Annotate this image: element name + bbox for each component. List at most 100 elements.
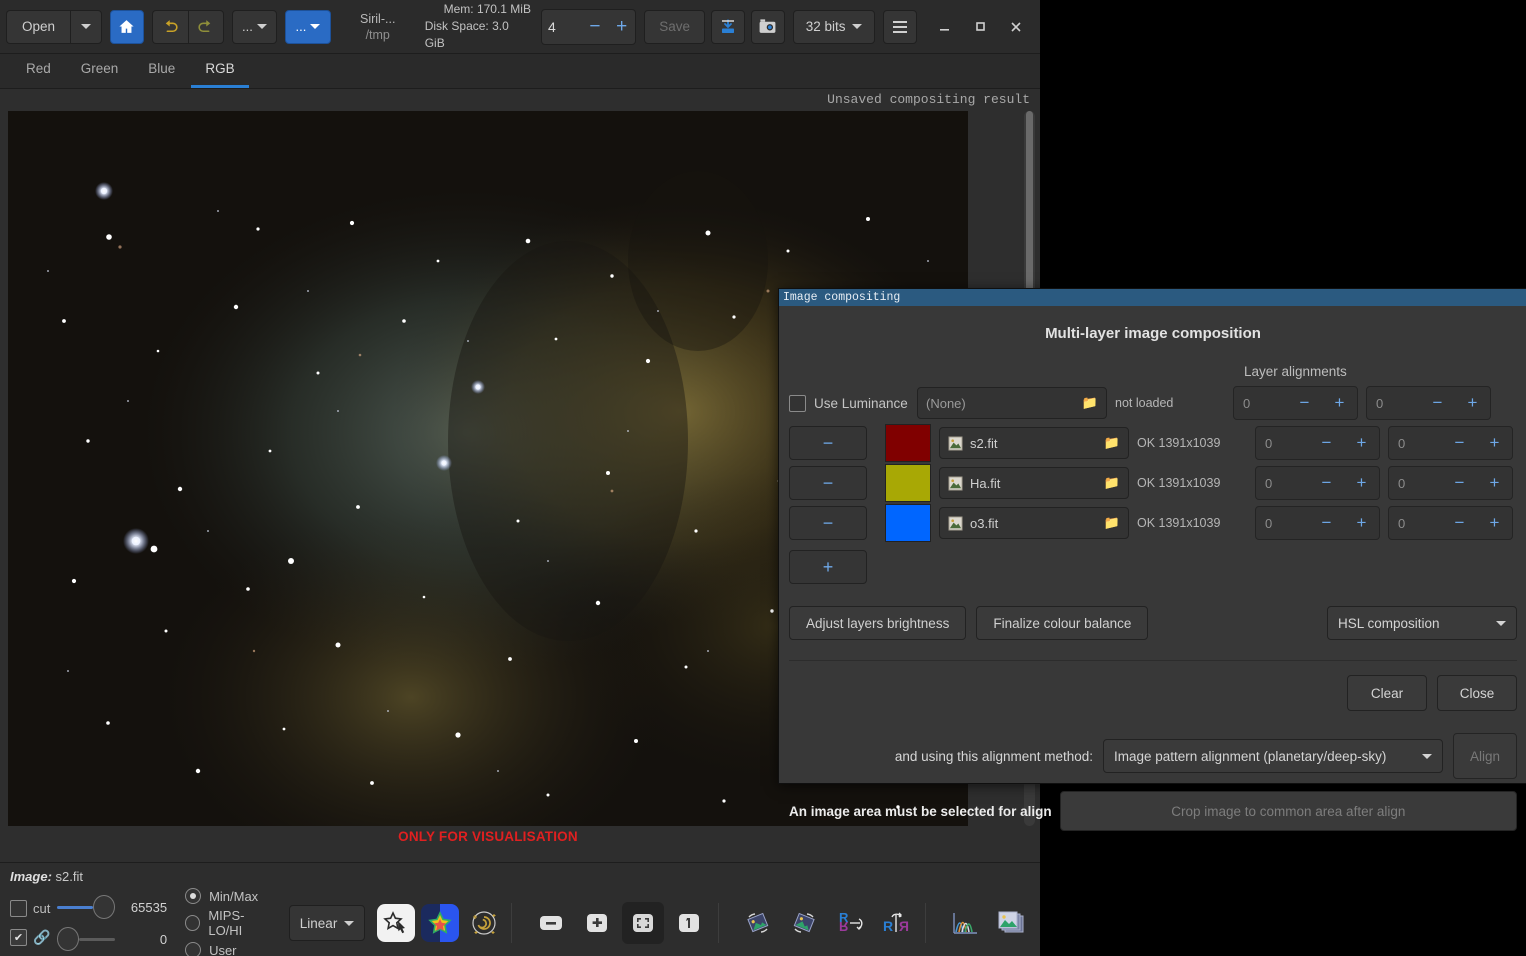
mirror-vertical-button[interactable]: R R — [829, 902, 871, 944]
radio-minmax[interactable]: Min/Max — [185, 888, 275, 904]
layer-2-align-x-value[interactable]: 0 — [1256, 476, 1309, 491]
zoom-fit-button[interactable] — [622, 902, 665, 944]
open-button[interactable]: Open — [6, 9, 70, 44]
finalize-colour-balance-button[interactable]: Finalize colour balance — [976, 606, 1149, 640]
layer-3-align-x-value[interactable]: 0 — [1256, 516, 1309, 531]
layer-2-file-chooser[interactable]: Ha.fit 📁 — [939, 467, 1129, 499]
snapshot-button[interactable] — [751, 9, 785, 44]
use-luminance-checkbox[interactable] — [789, 394, 806, 412]
use-luminance-toggle[interactable]: Use Luminance — [789, 394, 909, 412]
rotate-left-button[interactable] — [737, 902, 779, 944]
tab-green[interactable]: Green — [67, 61, 133, 88]
hi-threshold-slider[interactable]: 65535 — [57, 895, 167, 919]
link-checkbox[interactable]: ✔ — [10, 929, 27, 946]
alignment-method-combo[interactable]: Image pattern alignment (planetary/deep-… — [1103, 739, 1443, 773]
layer-2-align-y-increment[interactable]: + — [1477, 467, 1512, 499]
cut-checkbox[interactable] — [10, 900, 27, 917]
luminance-align-x-value[interactable]: 0 — [1234, 396, 1287, 411]
luminance-align-x-spinner[interactable]: 0 − + — [1233, 386, 1358, 420]
align-button[interactable]: Align — [1453, 733, 1517, 779]
layer-2-remove-button[interactable]: − — [789, 466, 867, 500]
close-button[interactable]: Close — [1437, 675, 1517, 711]
crop-after-align-button[interactable]: Crop image to common area after align — [1059, 791, 1517, 831]
layer-2-align-y-decrement[interactable]: − — [1442, 467, 1477, 499]
luminance-align-x-increment[interactable]: + — [1322, 387, 1357, 419]
lo-threshold-slider[interactable]: 0 — [57, 927, 167, 951]
cut-checkbox-row[interactable]: cut — [10, 900, 53, 917]
open-recent-dropdown[interactable] — [70, 9, 102, 44]
luminance-align-y-increment[interactable]: + — [1455, 387, 1490, 419]
layer-2-color-swatch[interactable] — [885, 464, 931, 502]
radio-mips[interactable]: MIPS-LO/HI — [185, 908, 275, 938]
window-maximize-button[interactable] — [963, 10, 999, 44]
redo-button[interactable] — [187, 9, 224, 44]
bitdepth-button[interactable]: 32 bits — [792, 9, 876, 44]
layer-1-align-x-spinner[interactable]: 0 − + — [1255, 426, 1380, 460]
layer-3-color-swatch[interactable] — [885, 504, 931, 542]
add-layer-button[interactable]: + — [789, 550, 867, 584]
adjust-layers-brightness-button[interactable]: Adjust layers brightness — [789, 606, 967, 640]
hi-slider-knob[interactable] — [92, 895, 115, 919]
clear-button[interactable]: Clear — [1347, 675, 1427, 711]
layer-2-align-x-increment[interactable]: + — [1344, 467, 1379, 499]
lo-slider-knob[interactable] — [57, 927, 79, 951]
tab-blue[interactable]: Blue — [134, 61, 189, 88]
layer-2-align-x-decrement[interactable]: − — [1309, 467, 1344, 499]
tools-menu[interactable]: ... — [285, 9, 331, 44]
window-minimize-button[interactable] — [927, 10, 963, 44]
save-as-button[interactable] — [711, 9, 746, 44]
tab-red[interactable]: Red — [12, 61, 65, 88]
layer-2-align-y-value[interactable]: 0 — [1389, 476, 1442, 491]
layer-3-align-x-spinner[interactable]: 0 − + — [1255, 506, 1380, 540]
histogram-button[interactable] — [944, 902, 986, 944]
zoom-out-button[interactable] — [530, 902, 572, 944]
layer-3-align-y-increment[interactable]: + — [1477, 507, 1512, 539]
luminance-align-y-value[interactable]: 0 — [1367, 396, 1420, 411]
layer-1-align-x-decrement[interactable]: − — [1309, 427, 1344, 459]
layer-1-align-x-value[interactable]: 0 — [1256, 436, 1309, 451]
threads-spinner[interactable]: 4 − + — [540, 8, 636, 45]
threads-value[interactable]: 4 — [542, 19, 582, 35]
luminance-align-y-decrement[interactable]: − — [1420, 387, 1455, 419]
layer-3-file-chooser[interactable]: o3.fit 📁 — [939, 507, 1129, 539]
save-button[interactable]: Save — [644, 9, 706, 44]
photometry-star-icon[interactable] — [421, 904, 460, 942]
rotate-right-button[interactable] — [783, 902, 825, 944]
layer-1-align-x-increment[interactable]: + — [1344, 427, 1379, 459]
radio-user[interactable]: User — [185, 942, 275, 956]
threads-increment[interactable]: + — [608, 10, 635, 44]
layer-1-remove-button[interactable]: − — [789, 426, 867, 460]
mirror-horizontal-button[interactable]: R R — [875, 902, 917, 944]
layer-2-align-x-spinner[interactable]: 0 − + — [1255, 466, 1380, 500]
window-close-button[interactable] — [998, 10, 1034, 44]
layer-3-align-x-decrement[interactable]: − — [1309, 507, 1344, 539]
stretch-mode-combo[interactable]: Linear — [288, 905, 366, 941]
layer-1-align-y-increment[interactable]: + — [1477, 427, 1512, 459]
layer-3-align-x-increment[interactable]: + — [1344, 507, 1379, 539]
luminance-file-chooser[interactable]: (None) 📁 — [917, 387, 1107, 419]
zoom-in-button[interactable] — [576, 902, 618, 944]
threads-decrement[interactable]: − — [582, 10, 609, 44]
layer-1-align-y-decrement[interactable]: − — [1442, 427, 1477, 459]
layer-3-remove-button[interactable]: − — [789, 506, 867, 540]
frame-list-button[interactable] — [990, 902, 1032, 944]
layer-1-color-swatch[interactable] — [885, 424, 931, 462]
image-processing-menu[interactable]: ... — [231, 9, 278, 44]
tab-rgb[interactable]: RGB — [191, 61, 249, 88]
home-button[interactable] — [110, 9, 144, 44]
luminance-align-y-spinner[interactable]: 0 − + — [1366, 386, 1491, 420]
layer-1-align-y-spinner[interactable]: 0 − + — [1388, 426, 1513, 460]
layer-1-file-chooser[interactable]: s2.fit 📁 — [939, 427, 1129, 459]
layer-3-align-y-value[interactable]: 0 — [1389, 516, 1442, 531]
zoom-one-to-one-button[interactable] — [668, 902, 710, 944]
luminance-align-x-decrement[interactable]: − — [1287, 387, 1322, 419]
galaxy-annotate-icon[interactable] — [465, 904, 503, 942]
composition-mode-combo[interactable]: HSL composition — [1327, 606, 1517, 640]
undo-button[interactable] — [151, 9, 188, 44]
link-checkbox-row[interactable]: ✔ 🔗 — [10, 929, 53, 946]
star-cursor-icon[interactable] — [377, 904, 416, 942]
dialog-titlebar[interactable]: Image compositing — [779, 289, 1526, 306]
layer-3-align-y-decrement[interactable]: − — [1442, 507, 1477, 539]
layer-1-align-y-value[interactable]: 0 — [1389, 436, 1442, 451]
layer-3-align-y-spinner[interactable]: 0 − + — [1388, 506, 1513, 540]
